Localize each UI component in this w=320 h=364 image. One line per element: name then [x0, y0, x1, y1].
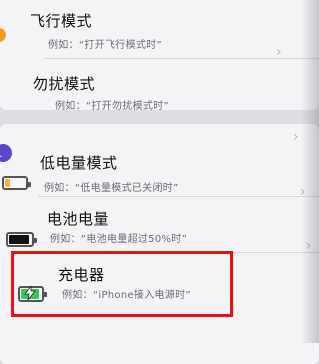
- divider: [44, 58, 319, 59]
- battery-level-subtitle: 例如：“电池电量超过50%时”: [50, 234, 188, 245]
- highlight-box: [11, 251, 233, 317]
- low-power-mode-title: 低电量模式: [40, 154, 118, 172]
- do-not-disturb-subtitle: 例如：“打开勿扰模式时”: [55, 101, 169, 112]
- airplane-mode-title: 飞行模式: [30, 12, 93, 30]
- screen: 飞行模式 例如：“打开飞行模式时” › 勿扰模式 例如：“打开勿扰模式时” 低电…: [0, 0, 319, 364]
- list-item-do-not-disturb[interactable]: 勿扰模式 例如：“打开勿扰模式时”: [0, 60, 319, 162]
- list-item-airplane-mode[interactable]: 飞行模式 例如：“打开飞行模式时” ›: [0, 0, 319, 60]
- airplane-mode-icon: [0, 28, 6, 42]
- do-not-disturb-title: 勿扰模式: [33, 75, 96, 93]
- chevron-right-icon: ›: [293, 129, 299, 145]
- low-power-battery-icon: [2, 176, 31, 190]
- battery-level-title: 电池电量: [47, 210, 110, 228]
- group-gap: [0, 110, 319, 124]
- battery-level-icon: [6, 232, 37, 247]
- airplane-mode-subtitle: 例如：“打开飞行模式时”: [48, 40, 162, 51]
- list-item-battery-level[interactable]: 电池电量 例如：“电池电量超过50%时” ›: [0, 184, 319, 252]
- list-item-low-power-mode[interactable]: 低电量模式 例如：“低电量模式已关闭时” ›: [0, 129, 319, 195]
- screen-edge-shadow: [301, 0, 319, 343]
- low-power-mode-subtitle: 例如：“低电量模式已关闭时”: [44, 183, 179, 194]
